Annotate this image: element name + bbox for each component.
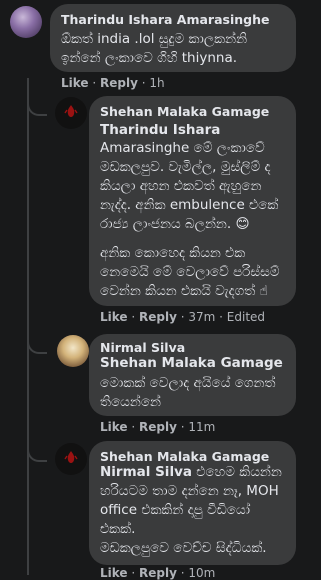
comment-author[interactable]: Shehan Malaka Gamage — [100, 449, 269, 464]
comment-text-line: කියලා අහන එකවත් ඇහුනෙ — [100, 178, 262, 194]
reply-button[interactable]: Reply — [139, 420, 177, 434]
comment-text-line: වෙන්න කියන එකයි වැදගත් ☝ — [100, 283, 268, 299]
comment-text-line: මඩකලපුව. වැමිල්ල, මුස්ලිම් ද — [100, 159, 271, 175]
comment-text-line: එකක්. — [100, 521, 136, 537]
mention-link[interactable]: Shehan Malaka Gamage — [100, 354, 283, 372]
mention-link[interactable]: Nirmal Silva — [100, 464, 192, 480]
reply-button[interactable]: Reply — [100, 76, 138, 90]
comment-actions: Like · Reply · 1h — [61, 76, 165, 90]
comment-text-line: මොකක් වෙලාද අයියේ ගෙනත් — [100, 375, 276, 391]
thread-connector — [27, 444, 47, 462]
comment-bubble: Tharindu Ishara Amarasinghe ඕකත් india .… — [50, 4, 296, 72]
reply-button[interactable]: Reply — [139, 310, 177, 324]
comment-text-line: රාජ්‍ය ලාංජනය බලන්න. 😊 — [100, 216, 250, 232]
comment-text-line: නැද්ද. අනික embulence එකේ — [100, 197, 279, 213]
like-button[interactable]: Like — [100, 310, 128, 324]
comment-text-line: මඩකලපුවෙ වෙච්ච සිද්ධියක්. — [100, 540, 267, 556]
comment-timestamp[interactable]: 37m — [188, 310, 215, 324]
comment-author[interactable]: Tharindu Ishara Amarasinghe — [61, 12, 269, 27]
comment-timestamp[interactable]: 11m — [188, 420, 215, 434]
reply-button[interactable]: Reply — [139, 566, 177, 580]
comment-bubble: Nirmal Silva Shehan Malaka Gamage මොකක් … — [89, 334, 296, 416]
avatar[interactable] — [55, 443, 87, 475]
handprint-icon — [64, 451, 78, 463]
like-button[interactable]: Like — [61, 76, 89, 90]
comment-timestamp[interactable]: 10m — [188, 566, 215, 580]
comment-text-line: Nirmal Silva එහෙම කියන්න — [100, 463, 282, 481]
comment-text: එහෙම කියන්න — [196, 464, 282, 480]
comment-bubble: Shehan Malaka Gamage Tharindu Ishara Ama… — [89, 96, 296, 306]
comment-actions: Like · Reply · 37m · Edited — [100, 310, 266, 324]
thread-connector — [27, 98, 47, 116]
comment-text-line: තියෙන්නේ — [100, 394, 161, 410]
thread-connector — [27, 336, 47, 354]
like-button[interactable]: Like — [100, 420, 128, 434]
reply-thread-line — [27, 78, 29, 575]
comment-actions: Like · Reply · 11m — [100, 420, 216, 434]
comment-text-line: හරියටම තාම දන්නෙ නෑ, MOH — [100, 483, 279, 499]
comment-text-line: ඉන්නේ ලංකාවෙ ගිහි thiynna. — [61, 50, 238, 66]
avatar[interactable] — [55, 97, 87, 129]
comment-actions: Like · Reply · 10m — [100, 566, 216, 580]
comment-text-line: ඕකත් india .lol සුදුම කාලකන්නි — [61, 31, 248, 47]
comment-author[interactable]: Shehan Malaka Gamage — [100, 104, 269, 119]
comment-text-line: අනික කොහෙද කියන එක — [100, 245, 246, 261]
comment-bubble: Shehan Malaka Gamage Nirmal Silva එහෙම ක… — [89, 441, 296, 565]
comment-author[interactable]: Nirmal Silva — [100, 340, 185, 355]
comment-text-line: Amarasinghe මේ ලංකාවේ — [100, 140, 265, 156]
handprint-icon — [64, 105, 78, 117]
avatar[interactable] — [57, 335, 89, 367]
avatar[interactable] — [10, 6, 42, 38]
edited-label: Edited — [226, 310, 266, 324]
comment-text-line: office එකකින් දාපු වීඩියෝ — [100, 502, 251, 518]
mention-link[interactable]: Tharindu Ishara — [100, 121, 220, 139]
like-button[interactable]: Like — [100, 566, 128, 580]
comment-text-line: නෙමෙයි මේ වෙලාවේ පරිස්සම් — [100, 264, 280, 280]
comment-timestamp[interactable]: 1h — [149, 76, 164, 90]
